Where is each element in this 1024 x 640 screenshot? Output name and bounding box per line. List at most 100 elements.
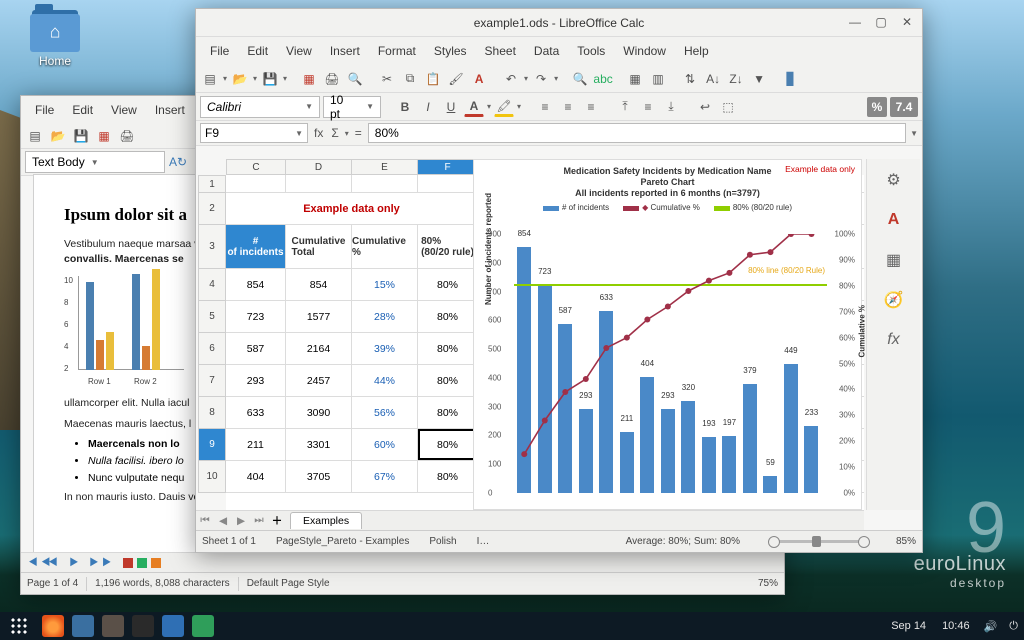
- valign-mid-icon[interactable]: ≡: [638, 97, 658, 117]
- row-headers[interactable]: 12345678910: [198, 175, 226, 510]
- taskbar-time[interactable]: 10:46: [942, 620, 970, 632]
- col-icon[interactable]: ▥: [648, 69, 668, 89]
- row-header-1[interactable]: 1: [198, 175, 226, 193]
- print-icon[interactable]: 🖨: [117, 126, 137, 146]
- undo-icon[interactable]: ↶: [501, 69, 521, 89]
- taskbar-firefox-icon[interactable]: [42, 615, 64, 637]
- bold-icon[interactable]: B: [395, 97, 415, 117]
- chart-icon[interactable]: ▊: [781, 69, 801, 89]
- redo-icon[interactable]: ↷: [531, 69, 551, 89]
- align-left-icon[interactable]: ≡: [535, 97, 555, 117]
- row-header-9[interactable]: 9: [198, 429, 226, 461]
- taskbar-terminal-icon[interactable]: [132, 615, 154, 637]
- taskbar-calc-icon[interactable]: [192, 615, 214, 637]
- maximize-button[interactable]: ▢: [872, 13, 890, 31]
- nav-red-icon[interactable]: [123, 558, 133, 568]
- tab-last-icon[interactable]: ⏭: [250, 514, 268, 527]
- tab-first-icon[interactable]: ⏮: [196, 514, 214, 527]
- nav-green-icon[interactable]: [137, 558, 147, 568]
- app-launcher-icon[interactable]: [10, 617, 28, 635]
- taskbar-files-icon[interactable]: [72, 615, 94, 637]
- sheet-area[interactable]: CDEFGHIJKLMNOP 12345678910 Example data …: [198, 159, 864, 510]
- print-icon[interactable]: 🖨: [322, 69, 342, 89]
- formula-expand-icon[interactable]: ▼: [910, 129, 918, 138]
- calc-menu-file[interactable]: File: [202, 41, 237, 61]
- calc-menu-sheet[interactable]: Sheet: [477, 41, 524, 61]
- font-name-select[interactable]: Calibri▼: [200, 96, 320, 118]
- col-header-F[interactable]: F: [418, 159, 478, 175]
- zoom-slider[interactable]: [774, 540, 864, 543]
- font-color-icon[interactable]: A: [464, 97, 484, 117]
- save-icon[interactable]: 💾: [71, 126, 91, 146]
- calc-menu-insert[interactable]: Insert: [322, 41, 368, 61]
- writer-menu-view[interactable]: View: [103, 100, 145, 120]
- valign-top-icon[interactable]: ⤒: [615, 97, 635, 117]
- italic-icon[interactable]: I: [418, 97, 438, 117]
- status-zoom[interactable]: 75%: [758, 578, 778, 589]
- underline-icon[interactable]: U: [441, 97, 461, 117]
- col-header-C[interactable]: C: [226, 159, 286, 175]
- calc-menu-view[interactable]: View: [278, 41, 320, 61]
- calc-menu-format[interactable]: Format: [370, 41, 424, 61]
- tab-add-icon[interactable]: ＋: [268, 513, 286, 528]
- cell-reference-input[interactable]: F9▼: [200, 123, 308, 143]
- calc-menu-edit[interactable]: Edit: [239, 41, 276, 61]
- nav-next-icon[interactable]: ⯈: [67, 555, 83, 571]
- pdf-icon[interactable]: ▦: [299, 69, 319, 89]
- row-header-6[interactable]: 6: [198, 333, 226, 365]
- fx-icon[interactable]: fx: [312, 126, 325, 140]
- row-header-2[interactable]: 2: [198, 193, 226, 225]
- status-zoom[interactable]: 85%: [896, 536, 916, 547]
- row-header-7[interactable]: 7: [198, 365, 226, 397]
- find-icon[interactable]: 🔍: [570, 69, 590, 89]
- row-icon[interactable]: ▦: [625, 69, 645, 89]
- sidebar-functions-icon[interactable]: fx: [883, 329, 905, 351]
- spellcheck-icon[interactable]: abc: [593, 69, 613, 89]
- autofilter-icon[interactable]: ▼: [749, 69, 769, 89]
- row-header-8[interactable]: 8: [198, 397, 226, 429]
- calc-menu-styles[interactable]: Styles: [426, 41, 475, 61]
- power-icon[interactable]: ⏻: [1009, 620, 1018, 633]
- copy-icon[interactable]: ⧉: [400, 69, 420, 89]
- sort-asc-icon[interactable]: ⇅: [680, 69, 700, 89]
- calc-titlebar[interactable]: example1.ods - LibreOffice Calc — ▢ ✕: [196, 9, 922, 37]
- number-format-icon[interactable]: 7.4: [890, 97, 918, 117]
- nav-last-icon[interactable]: ⯈⯈: [87, 555, 103, 571]
- nav-prev-icon[interactable]: ⯇: [47, 555, 63, 571]
- minimize-button[interactable]: —: [846, 13, 864, 31]
- sheet-tab-examples[interactable]: Examples: [290, 512, 362, 529]
- sort-za-icon[interactable]: Z↓: [726, 69, 746, 89]
- equals-icon[interactable]: =: [353, 126, 364, 140]
- row-header-10[interactable]: 10: [198, 461, 226, 493]
- pareto-chart[interactable]: Example data only Medication Safety Inci…: [473, 159, 862, 510]
- tab-next-icon[interactable]: ▶: [232, 515, 250, 527]
- font-size-select[interactable]: 10 pt▼: [323, 96, 381, 118]
- open-icon[interactable]: 📂: [48, 126, 68, 146]
- nav-first-icon[interactable]: ⯇⯇: [27, 555, 43, 571]
- volume-icon[interactable]: 🔊: [984, 620, 998, 633]
- wrap-icon[interactable]: ↩: [695, 97, 715, 117]
- taskbar-software-icon[interactable]: [102, 615, 124, 637]
- highlight-icon[interactable]: 🖍: [494, 97, 514, 117]
- sidebar-navigator-icon[interactable]: 🧭: [883, 289, 905, 311]
- calc-menu-tools[interactable]: Tools: [569, 41, 613, 61]
- clone-format-icon[interactable]: 🖌: [446, 69, 466, 89]
- calc-menu-window[interactable]: Window: [615, 41, 674, 61]
- cut-icon[interactable]: ✂: [377, 69, 397, 89]
- sidebar-properties-icon[interactable]: ⚙: [883, 169, 905, 191]
- merge-icon[interactable]: ⬚: [718, 97, 738, 117]
- formula-input[interactable]: 80%: [368, 123, 906, 143]
- col-header-E[interactable]: E: [352, 159, 418, 175]
- percent-format-icon[interactable]: %: [867, 97, 887, 117]
- new-doc-icon[interactable]: ▤: [25, 126, 45, 146]
- nav-orange-icon[interactable]: [151, 558, 161, 568]
- paragraph-style-select[interactable]: Text Body▼: [25, 151, 165, 173]
- calc-menu-help[interactable]: Help: [676, 41, 717, 61]
- desktop-home-icon[interactable]: ⌂ Home: [20, 10, 90, 68]
- calc-menu-data[interactable]: Data: [526, 41, 567, 61]
- sort-az-icon[interactable]: A↓: [703, 69, 723, 89]
- taskbar-date[interactable]: Sep 14: [891, 620, 926, 632]
- writer-menu-file[interactable]: File: [27, 100, 62, 120]
- save-icon[interactable]: 💾: [260, 69, 280, 89]
- print-preview-icon[interactable]: 🔍: [345, 69, 365, 89]
